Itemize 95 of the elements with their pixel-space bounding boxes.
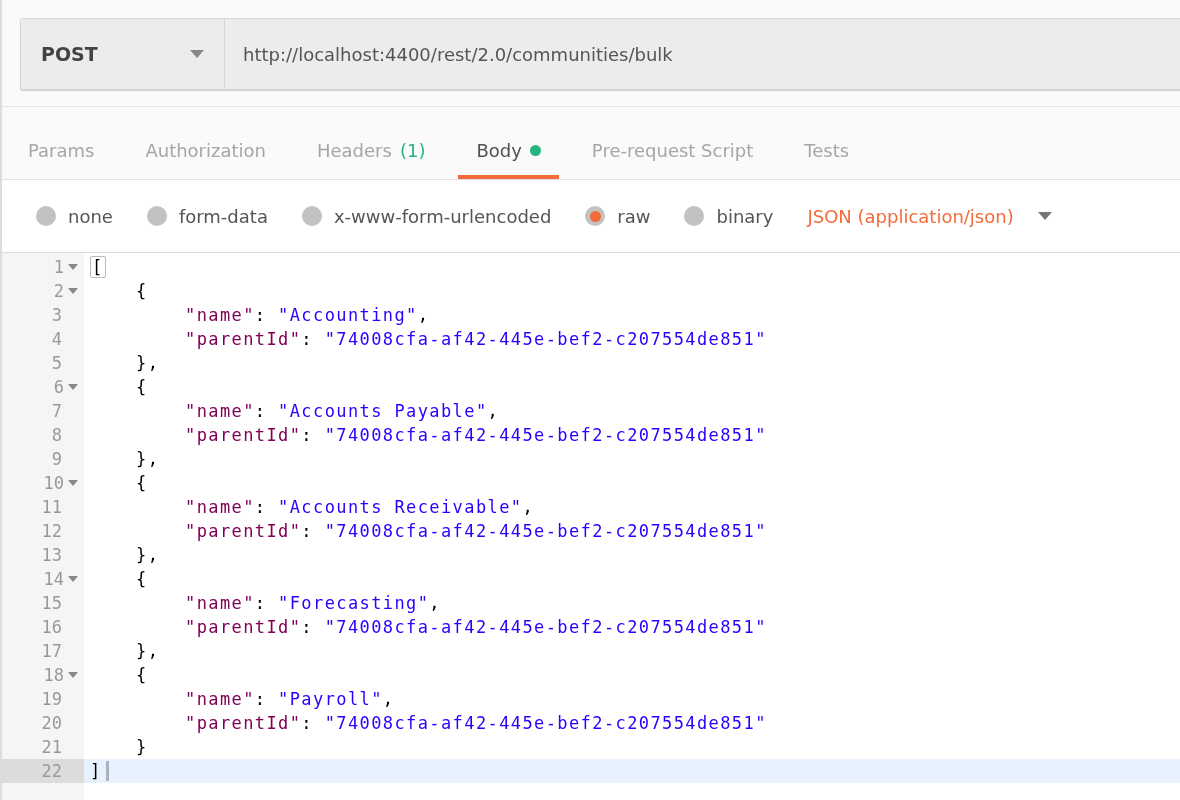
count-label: (1) [399,139,426,161]
code-token: ] [90,761,102,781]
fold-caret-icon[interactable] [68,672,78,678]
code-token: , [522,497,535,517]
tab-label: Authorization [145,139,266,161]
fold-caret-icon[interactable] [68,384,78,390]
line-number: 22 [41,761,62,781]
line-number: 20 [41,713,62,733]
code-token: , [382,689,395,709]
code-token: "name" [185,593,255,613]
line-number: 13 [41,545,62,565]
fold-caret-icon[interactable] [68,480,78,486]
code-token: }, [136,449,160,469]
line-number: 14 [43,569,64,589]
code-token: { [136,569,148,589]
line-number: 16 [41,617,62,637]
code-token: "74008cfa-af42-445e-bef2-c207554de851" [324,521,767,541]
code-token: : [254,689,268,709]
code-token: }, [136,353,160,373]
code-token: }, [136,641,160,661]
code-token: "Accounts Receivable" [278,497,523,517]
radio-label[interactable]: form-data [178,205,268,227]
code-token: : [301,329,314,349]
line-number: 21 [41,737,62,757]
code-token: { [136,281,148,301]
code-token: { [136,665,148,685]
code-token: "parentId" [185,617,302,637]
code-token: "name" [185,689,255,709]
line-number: 18 [43,665,64,685]
code-token: "74008cfa-af42-445e-bef2-c207554de851" [324,329,767,349]
line-number: 1 [53,257,64,277]
line-number: 7 [51,401,62,421]
line-number: 12 [41,521,62,541]
code-token: "Payroll" [278,689,383,709]
code-token: , [429,593,441,613]
tab-label: Headers [317,139,392,161]
code-token: }, [136,545,160,565]
line-number: 17 [41,641,62,661]
code-token: { [136,377,148,397]
line-number: 5 [51,353,62,373]
code-token: : [301,521,314,541]
code-token: : [254,401,268,421]
line-number: 4 [51,329,62,349]
tab-label: Pre-request Script [591,139,754,161]
code-token: : [254,593,268,613]
line-number: 15 [41,593,62,613]
code-token: : [301,617,314,637]
code-token: "Forecasting" [278,593,430,613]
code-token: "74008cfa-af42-445e-bef2-c207554de851" [324,617,767,637]
line-number: 8 [51,425,62,445]
radio-label[interactable]: none [68,205,113,227]
radio-button[interactable] [301,206,322,226]
line-number: 19 [41,689,62,709]
code-token: "Accounts Payable" [278,401,488,421]
code-token: "name" [185,497,255,517]
line-number: 9 [51,449,62,469]
code-token: "parentId" [185,521,302,541]
code-token: "parentId" [185,329,302,349]
tab-label: Body [476,139,522,161]
code-token: : [301,713,314,733]
code-token: [ [90,256,106,278]
code-token: } [136,737,148,757]
code-token: : [254,497,268,517]
code-editor[interactable] [2,253,1180,800]
code-token: : [301,425,314,445]
code-token: "parentId" [185,713,302,733]
radio-label[interactable]: raw [617,205,651,227]
code-token: { [136,473,148,493]
tab-label: Tests [804,139,850,161]
caret-icon [1037,212,1052,220]
code-token: "Accounting" [278,305,418,325]
code-token: "74008cfa-af42-445e-bef2-c207554de851" [324,425,767,445]
radio-label[interactable]: binary [716,205,774,227]
code-token: "name" [185,401,255,421]
code-token: , [417,305,430,325]
fold-caret-icon[interactable] [68,264,78,270]
line-number: 2 [53,281,64,301]
radio-button[interactable] [684,206,705,226]
line-number: 3 [51,305,62,325]
code-token: "name" [185,305,255,325]
fold-caret-icon[interactable] [68,576,78,582]
radio-button[interactable] [585,206,606,226]
radio-label[interactable]: x-www-form-urlencoded [333,205,552,227]
line-number: 10 [43,473,64,493]
fold-caret-icon[interactable] [68,288,78,294]
line-number: 6 [53,377,64,397]
code-token: , [487,401,500,421]
code-token: "74008cfa-af42-445e-bef2-c207554de851" [324,713,767,733]
tab-label: Params [28,139,95,161]
radio-button[interactable] [146,206,167,226]
text-cursor [105,761,109,781]
radio-button[interactable] [36,206,56,226]
code-token: "parentId" [185,425,302,445]
code-token: : [254,305,268,325]
line-number: 11 [41,497,62,517]
